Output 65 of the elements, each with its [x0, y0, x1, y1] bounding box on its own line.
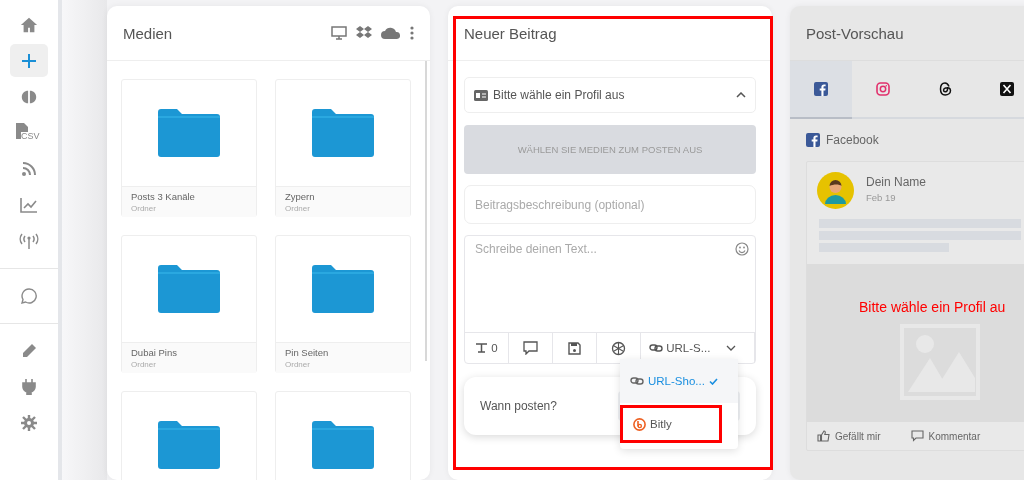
speech-bubble-icon [910, 430, 924, 442]
folder-name: Zypern [285, 191, 316, 202]
folder-tile[interactable]: Posts 3 Kanäle Ordner [121, 79, 257, 217]
folder-tile[interactable]: Pin Seiten Ordner [275, 235, 411, 373]
chevron-icon [736, 92, 746, 98]
folder-name: Pin Seiten [285, 347, 330, 358]
folder-type: Ordner [285, 204, 311, 213]
hashtag-counter[interactable]: 0 [465, 333, 510, 363]
bitly-logo-icon [633, 417, 646, 431]
id-card-icon [474, 89, 488, 101]
monitor-icon[interactable] [331, 26, 347, 40]
folder-icon [312, 109, 374, 157]
folder-icon [158, 109, 220, 157]
antenna-icon [19, 232, 39, 249]
post-action[interactable]: Kommentar [910, 430, 981, 442]
panel-title: Neuer Beitrag [464, 24, 557, 42]
profile-warning: Bitte wähle ein Profil au [859, 299, 1006, 315]
x-logo-icon [1000, 82, 1014, 96]
folder-icon [158, 265, 220, 313]
author-name: Dein Name [866, 175, 927, 189]
settings-icon [21, 414, 37, 431]
facebook-icon [814, 82, 828, 96]
folder-type: Ordner [131, 204, 157, 213]
speech-bubble-icon [523, 341, 539, 355]
chevron-icon [726, 345, 737, 351]
sidebar-item[interactable] [10, 44, 48, 77]
home-icon [20, 15, 38, 34]
panel-title: Post-Vorschau [806, 24, 904, 42]
avatar-icon [817, 172, 854, 209]
instagram-icon [876, 82, 890, 96]
line-chart-icon [20, 196, 38, 213]
facebook-icon [806, 133, 820, 147]
network-label: Facebook [826, 133, 879, 147]
menu-item[interactable]: Bitly [623, 408, 719, 440]
folder-tile[interactable]: Zypern Ordner [275, 79, 411, 217]
folder-name: Dubai Pins [131, 347, 178, 358]
folder-type: Ordner [285, 360, 311, 369]
panel-title: Medien [123, 24, 173, 42]
dropbox-icon[interactable] [356, 26, 372, 40]
thumbs-up-icon [817, 430, 830, 442]
sidebar-item[interactable]: CSV [10, 116, 48, 149]
folder-type: Ordner [131, 360, 157, 369]
more-icon[interactable] [410, 26, 414, 40]
plug-icon [22, 378, 36, 395]
post-action[interactable]: Gefällt mir [817, 430, 881, 442]
folder-tile[interactable]: Dubai Pins Ordner [121, 235, 257, 373]
plus-icon [21, 52, 37, 69]
description-field[interactable]: Beitragsbeschreibung (optional) [464, 185, 756, 224]
folder-icon [312, 265, 374, 313]
chat-bubble-icon [21, 287, 37, 304]
folder-name: Posts 3 Kanäle [131, 191, 196, 202]
menu-item[interactable]: URL-Sho... [620, 359, 738, 403]
rss-icon [21, 160, 37, 177]
emoji-icon[interactable] [735, 242, 749, 256]
link-icon [630, 376, 644, 386]
profile-select[interactable]: Bitte wähle ein Profil aus [464, 77, 756, 113]
schedule-label: Wann posten? [480, 399, 557, 413]
post-date: Feb 19 [866, 192, 897, 203]
pencil-icon [21, 342, 37, 359]
threads-icon [938, 82, 952, 96]
folder-icon [158, 421, 220, 469]
folder-icon [312, 421, 374, 469]
cloud-icon[interactable] [381, 27, 401, 39]
check-icon [708, 377, 718, 385]
link-icon [649, 343, 664, 353]
